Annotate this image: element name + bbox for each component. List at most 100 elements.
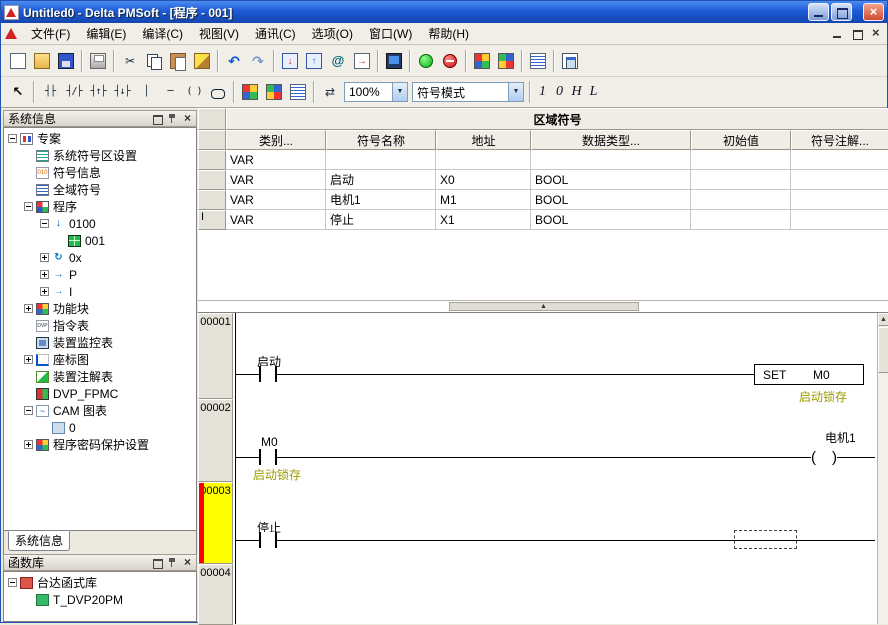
float-panel-button[interactable]	[151, 113, 164, 125]
collapse-icon[interactable]	[24, 406, 33, 415]
menu-edit[interactable]: 编辑(E)	[78, 22, 134, 45]
new-button[interactable]	[6, 49, 30, 73]
tree-item-system-symbol-settings[interactable]: 系统符号区设置	[4, 147, 196, 164]
paste-button[interactable]	[166, 49, 190, 73]
float-panel-button[interactable]	[151, 557, 164, 569]
cell-name[interactable]: 电机1	[326, 190, 436, 210]
collapse-icon[interactable]	[8, 134, 17, 143]
tree-item-project[interactable]: 专案	[4, 130, 196, 147]
output-coil-symbol[interactable]	[811, 448, 837, 466]
table-ladder-splitter[interactable]	[198, 300, 888, 312]
cell-address[interactable]	[436, 150, 531, 170]
select-tool-button[interactable]	[6, 80, 30, 104]
tree-item-coordinate-chart[interactable]: 座标图	[4, 351, 196, 368]
collapse-icon[interactable]	[8, 578, 17, 587]
menu-options[interactable]: 选项(O)	[304, 22, 361, 45]
symbol-row[interactable]: VAR 电机1 M1 BOOL	[198, 190, 888, 210]
tree-item-cam-chart[interactable]: CAM 图表	[4, 402, 196, 419]
cell-type[interactable]: BOOL	[531, 210, 691, 230]
close-button[interactable]: ×	[863, 3, 884, 21]
symbol-row[interactable]: I VAR 停止 X1 BOOL	[198, 210, 888, 230]
symbol-row[interactable]: VAR 启动 X0 BOOL	[198, 170, 888, 190]
device-monitor-button[interactable]	[470, 49, 494, 73]
stop-plc-button[interactable]	[438, 49, 462, 73]
window-arrange-button[interactable]	[558, 49, 582, 73]
copy-button[interactable]	[142, 49, 166, 73]
trace-button[interactable]	[494, 49, 518, 73]
minimize-button[interactable]	[808, 3, 829, 21]
network-number[interactable]: 00002	[198, 399, 233, 482]
mdi-restore-button[interactable]	[849, 27, 864, 40]
contact-nc-button[interactable]: ┤/├	[62, 80, 86, 104]
pin-panel-button[interactable]	[166, 557, 179, 569]
menu-view[interactable]: 视图(V)	[191, 22, 247, 45]
maximize-button[interactable]	[831, 3, 852, 21]
expand-icon[interactable]	[24, 440, 33, 449]
tree-item-program[interactable]: 程序	[4, 198, 196, 215]
cell-initial[interactable]	[691, 150, 791, 170]
monitor-button[interactable]	[382, 49, 406, 73]
close-panel-button[interactable]	[181, 113, 194, 125]
network-number-active[interactable]: 00003	[198, 482, 233, 564]
menu-help[interactable]: 帮助(H)	[420, 22, 477, 45]
column-header-type[interactable]: 数据类型...	[531, 130, 691, 150]
cell-class[interactable]: VAR	[226, 150, 326, 170]
tree-item-password-protect[interactable]: 程序密码保护设置	[4, 436, 196, 453]
tree-item-instruction-list[interactable]: 指令表	[4, 317, 196, 334]
run-plc-button[interactable]	[414, 49, 438, 73]
pin-panel-button[interactable]	[166, 113, 179, 125]
tree-item-dvp-fpmc[interactable]: DVP_FPMC	[4, 385, 196, 402]
download-program-button[interactable]: ↓	[278, 49, 302, 73]
symbol-mode-combobox[interactable]: 符号模式 ▼	[412, 82, 524, 102]
cell-class[interactable]: VAR	[226, 210, 326, 230]
expand-icon[interactable]	[24, 304, 33, 313]
cell-class[interactable]: VAR	[226, 190, 326, 210]
tree-item-network-001[interactable]: 001	[4, 232, 196, 249]
expand-icon[interactable]	[40, 253, 49, 262]
cell-type[interactable]: BOOL	[531, 170, 691, 190]
column-header-comment[interactable]: 符号注解...	[791, 130, 888, 150]
cell-name[interactable]: 启动	[326, 170, 436, 190]
menu-compile[interactable]: 编译(C)	[134, 22, 191, 45]
rising-edge-button[interactable]: ┤↑├	[86, 80, 110, 104]
cut-button[interactable]	[118, 49, 142, 73]
network-number[interactable]: 00001	[198, 313, 233, 399]
cell-address[interactable]: X0	[436, 170, 531, 190]
communication-button[interactable]: @	[326, 49, 350, 73]
horizontal-line-button[interactable]: ─	[158, 80, 182, 104]
cell-comment[interactable]	[791, 150, 888, 170]
tree-item-function-block[interactable]: 功能块	[4, 300, 196, 317]
column-header-initial[interactable]: 初始值	[691, 130, 791, 150]
column-header-class[interactable]: 类别...	[226, 130, 326, 150]
state-0-button[interactable]: 0	[551, 82, 568, 102]
state-l-button[interactable]: L	[585, 82, 602, 102]
il-view-button[interactable]	[262, 80, 286, 104]
scrollbar-thumb[interactable]	[878, 327, 888, 373]
cell-address[interactable]: X1	[436, 210, 531, 230]
ladder-vertical-scrollbar[interactable]	[877, 313, 888, 624]
menu-file[interactable]: 文件(F)	[23, 22, 78, 45]
symbol-row[interactable]: VAR	[198, 150, 888, 170]
cell-address[interactable]: M1	[436, 190, 531, 210]
dropdown-arrow-icon[interactable]: ▼	[392, 83, 407, 101]
column-header-name[interactable]: 符号名称	[326, 130, 436, 150]
cell-name[interactable]: 停止	[326, 210, 436, 230]
undo-button[interactable]	[222, 49, 246, 73]
collapse-icon[interactable]	[40, 219, 49, 228]
coil-tool-button[interactable]: ( )	[182, 80, 206, 104]
upload-program-button[interactable]: ↑	[302, 49, 326, 73]
print-button[interactable]	[86, 49, 110, 73]
expand-icon[interactable]	[40, 270, 49, 279]
set-instruction-box[interactable]: SET M0	[754, 364, 864, 385]
cell-comment[interactable]	[791, 170, 888, 190]
ladder-view-button[interactable]	[238, 80, 262, 104]
instruction-box-button[interactable]	[206, 80, 230, 104]
contact-symbol[interactable]	[259, 532, 277, 548]
mdi-close-button[interactable]	[868, 27, 883, 40]
cell-initial[interactable]	[691, 190, 791, 210]
tab-system-info[interactable]: 系统信息	[8, 531, 70, 551]
dropdown-arrow-icon[interactable]: ▼	[508, 83, 523, 101]
cell-type[interactable]	[531, 150, 691, 170]
contact-no-button[interactable]: ┤├	[38, 80, 62, 104]
menu-communication[interactable]: 通讯(C)	[247, 22, 304, 45]
